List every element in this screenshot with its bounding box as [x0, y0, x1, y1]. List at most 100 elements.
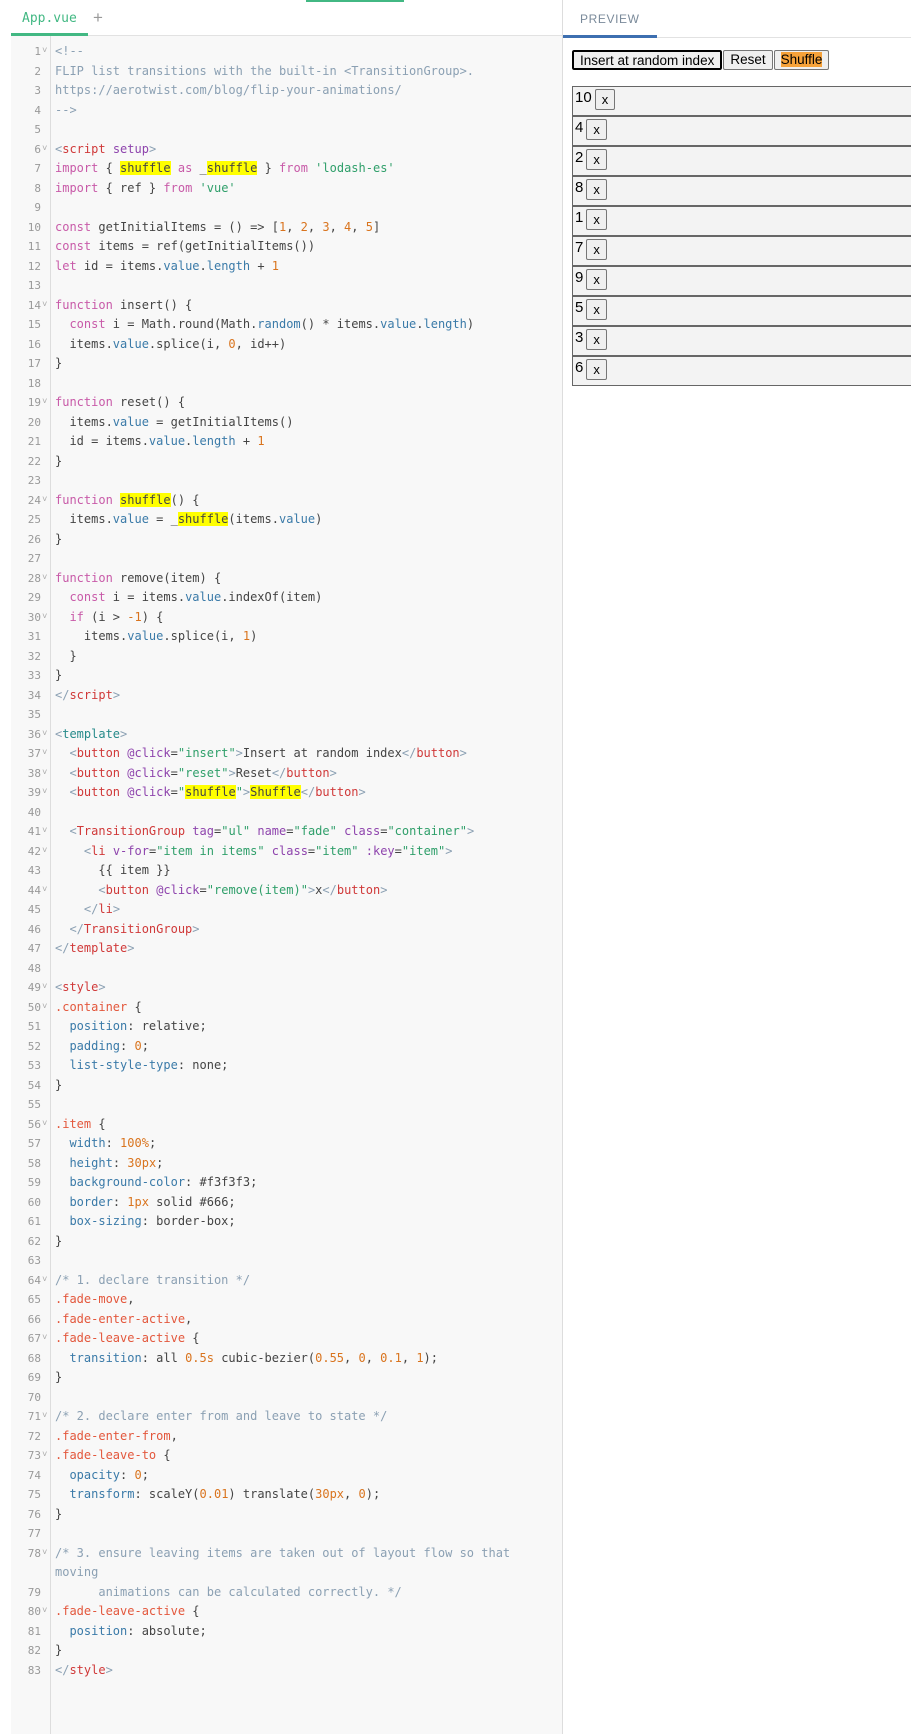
search-highlight: shuffle — [177, 512, 229, 526]
code-line: 18 — [11, 374, 562, 394]
remove-item-button[interactable]: x — [586, 269, 607, 290]
code-token: v-for — [112, 843, 149, 858]
tab-preview[interactable]: PREVIEW — [563, 0, 657, 38]
fold-chevron-icon[interactable]: ˅ — [42, 1446, 50, 1466]
code-line: 31 items.value.splice(i, 1) — [11, 627, 562, 647]
remove-item-button[interactable]: x — [586, 179, 607, 200]
code-token: { — [91, 1116, 106, 1131]
code-line: 51 position: relative; — [11, 1017, 562, 1037]
fold-chevron-icon[interactable]: ˅ — [42, 1407, 50, 1427]
fold-chevron-icon[interactable]: ˅ — [42, 140, 50, 160]
fold-chevron-icon[interactable]: ˅ — [42, 1271, 50, 1291]
code-token: } — [55, 1370, 63, 1384]
remove-item-button[interactable]: x — [586, 209, 607, 230]
code-text: border: 1px solid #666; — [55, 1193, 235, 1213]
code-line: 57 width: 100%; — [11, 1134, 562, 1154]
code-token: </ — [271, 765, 287, 780]
fold-chevron-icon[interactable]: ˅ — [42, 491, 50, 511]
fold-chevron-icon[interactable]: ˅ — [42, 42, 50, 62]
remove-item-button[interactable]: x — [586, 239, 607, 260]
fold-chevron-icon[interactable]: ˅ — [42, 881, 50, 901]
code-token: ; — [148, 1136, 157, 1150]
reset-button[interactable]: Reset — [723, 50, 773, 70]
code-token: (i > — [83, 609, 128, 624]
fold-chevron-icon[interactable]: ˅ — [42, 1602, 50, 1622]
code-token: ] — [372, 219, 381, 234]
code-text: </template> — [55, 939, 134, 959]
code-token: Reset — [235, 765, 272, 780]
code-token: https://aerotwist.com/blog/flip-your-ani… — [55, 83, 402, 97]
code-line: 65 .fade-move, — [11, 1290, 562, 1310]
line-number: 5 — [34, 123, 41, 136]
code-token: = — [170, 765, 178, 780]
code-text: <!-- — [55, 42, 84, 62]
code-token: + — [235, 434, 258, 448]
remove-item-button[interactable]: x — [586, 299, 607, 320]
remove-item-button[interactable]: x — [594, 89, 616, 110]
item-value: 7 — [575, 239, 584, 256]
line-number: 36 — [27, 727, 41, 741]
code-token: "container" — [387, 824, 467, 838]
code-text: items.value.splice(i, 1) — [55, 627, 257, 647]
fold-chevron-icon[interactable]: ˅ — [42, 1329, 50, 1349]
code-token: i = Math.round(Math. — [105, 317, 258, 331]
code-token: > — [445, 843, 453, 858]
code-line: 59 background-color: #f3f3f3; — [11, 1173, 562, 1193]
code-line: 27 — [11, 549, 562, 569]
code-token: button — [76, 785, 121, 799]
code-token: , — [286, 219, 301, 234]
fold-chevron-icon[interactable]: ˅ — [42, 998, 50, 1018]
code-token: background-color — [69, 1175, 186, 1189]
code-token: } — [55, 453, 63, 468]
code-token: = — [286, 824, 294, 838]
code-token: moving — [55, 1565, 99, 1579]
add-file-button[interactable]: + — [89, 9, 107, 27]
fold-chevron-icon[interactable]: ˅ — [42, 1115, 50, 1135]
insert-random-button[interactable]: Insert at random index — [570, 49, 724, 71]
fold-chevron-icon[interactable]: ˅ — [42, 725, 50, 745]
fold-chevron-icon[interactable]: ˅ — [42, 783, 50, 803]
code-token: ); — [365, 1487, 381, 1501]
fold-chevron-icon[interactable]: ˅ — [42, 978, 50, 998]
code-text: } — [55, 1641, 62, 1661]
code-token: random — [257, 317, 301, 331]
fold-chevron-icon[interactable]: ˅ — [42, 569, 50, 589]
code-line: 24 ˅ function shuffle() { — [11, 491, 562, 511]
code-token: template — [69, 941, 128, 955]
line-number: 69 — [27, 1371, 41, 1384]
code-token: , — [344, 1487, 359, 1501]
code-line: 76} — [11, 1505, 562, 1525]
line-number: 39 — [27, 786, 41, 799]
code-token: value — [163, 258, 200, 273]
remove-item-button[interactable]: x — [586, 329, 607, 350]
code-token: = — [394, 843, 402, 858]
remove-item-button[interactable]: x — [586, 359, 607, 380]
remove-item-button[interactable]: x — [586, 149, 607, 170]
fold-chevron-icon[interactable]: ˅ — [42, 608, 50, 628]
code-token: </ — [322, 882, 337, 897]
code-line: 34 </script> — [11, 686, 562, 706]
fold-chevron-icon[interactable]: ˅ — [42, 842, 50, 862]
fold-chevron-icon[interactable]: ˅ — [42, 393, 50, 413]
fold-chevron-icon[interactable]: ˅ — [42, 764, 50, 784]
editor-tab-bar: App.vue + — [11, 0, 563, 36]
code-token: .fade-enter-active — [55, 1311, 186, 1326]
line-number: 66 — [27, 1312, 41, 1326]
remove-item-button[interactable]: x — [586, 119, 607, 140]
fold-chevron-icon[interactable]: ˅ — [42, 744, 50, 764]
tab-app-vue[interactable]: App.vue — [11, 0, 88, 36]
line-number: 47 — [27, 942, 41, 955]
code-line: 75 transform: scaleY(0.01) translate(30p… — [11, 1485, 562, 1505]
fold-chevron-icon[interactable]: ˅ — [42, 1544, 50, 1564]
code-text: if (i > -1) { — [55, 608, 163, 628]
code-token: } — [55, 356, 63, 370]
code-token: const — [55, 219, 92, 234]
fold-chevron-icon[interactable]: ˅ — [42, 296, 50, 316]
code-text: .fade-enter-from, — [55, 1427, 178, 1447]
shuffle-button[interactable]: Shuffle — [773, 50, 830, 70]
fold-chevron-icon[interactable]: ˅ — [42, 822, 50, 842]
code-token: ); — [423, 1350, 438, 1365]
